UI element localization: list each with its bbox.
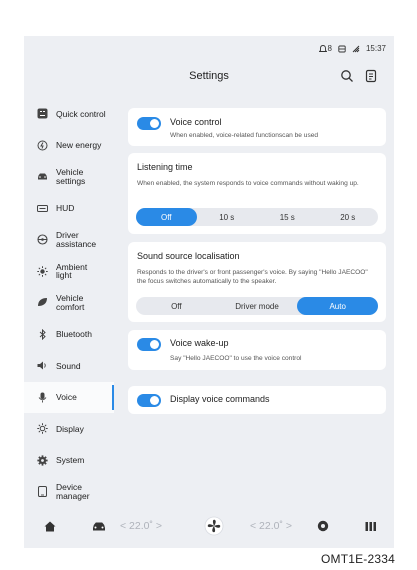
clock-time: 15:37 bbox=[365, 44, 386, 53]
listening-time-option-20s[interactable]: 20 s bbox=[318, 208, 379, 226]
sidebar-item-label: HUD bbox=[56, 203, 75, 213]
ambient-light-icon bbox=[37, 266, 48, 277]
listening-time-option-15s[interactable]: 15 s bbox=[257, 208, 318, 226]
temperature-right[interactable]: < 22.0˚ > bbox=[250, 520, 292, 532]
sidebar-item-vehicle-settings[interactable]: Vehicle settings bbox=[24, 161, 114, 193]
voice-control-card: Voice control When enabled, voice-relate… bbox=[128, 108, 386, 146]
listening-time-selector: Off 10 s 15 s 20 s bbox=[136, 208, 378, 226]
fan-icon[interactable] bbox=[204, 516, 224, 539]
voice-wakeup-title: Voice wake-up bbox=[170, 338, 229, 348]
listening-time-card: Listening time When enabled, the system … bbox=[128, 153, 386, 234]
gear-icon bbox=[37, 455, 48, 466]
voice-wakeup-toggle[interactable] bbox=[137, 338, 161, 351]
quick-control-icon bbox=[37, 108, 48, 119]
sidebar-item-driver-assistance[interactable]: Driver assistance bbox=[24, 224, 114, 256]
voice-control-desc: When enabled, voice-related functionscan… bbox=[170, 132, 319, 139]
comfort-icon bbox=[37, 297, 48, 308]
sidebar-item-label: Vehicle comfort bbox=[56, 293, 85, 312]
car-icon[interactable] bbox=[92, 521, 106, 535]
sidebar-item-label: Ambient light bbox=[56, 261, 88, 281]
sidebar-item-label: Bluetooth bbox=[56, 329, 92, 339]
sidebar-item-label: Display bbox=[56, 423, 84, 434]
listening-time-option-10s[interactable]: 10 s bbox=[197, 208, 258, 226]
storage-icon bbox=[338, 45, 346, 53]
display-commands-title: Display voice commands bbox=[170, 394, 270, 404]
sound-source-option-driver-mode[interactable]: Driver mode bbox=[217, 297, 298, 315]
sidebar-item-bluetooth[interactable]: Bluetooth bbox=[24, 319, 114, 351]
signal-icon bbox=[352, 45, 360, 53]
infotainment-screen: 8 15:37 Settings Quick control New energ… bbox=[24, 36, 394, 548]
listening-time-option-off[interactable]: Off bbox=[136, 208, 197, 226]
sidebar-item-label: New energy bbox=[56, 140, 102, 150]
voice-wakeup-desc: Say "Hello JAECOO" to use the voice cont… bbox=[170, 355, 302, 362]
status-count: 8 bbox=[327, 44, 332, 53]
notes-icon[interactable] bbox=[364, 69, 378, 83]
sidebar: Quick control New energy Vehicle setting… bbox=[24, 98, 114, 508]
sidebar-item-device-manager[interactable]: Device manager bbox=[24, 476, 114, 508]
hud-icon bbox=[37, 203, 48, 214]
temperature-left[interactable]: < 22.0˚ > bbox=[120, 520, 162, 532]
sound-source-desc: Responds to the driver's or front passen… bbox=[137, 269, 368, 285]
device-icon bbox=[37, 486, 48, 498]
brightness-icon bbox=[37, 423, 48, 434]
media-icon[interactable] bbox=[317, 520, 329, 535]
sidebar-item-label: Vehicle settings bbox=[56, 167, 86, 186]
new-energy-icon bbox=[37, 140, 48, 151]
bluetooth-icon bbox=[37, 328, 48, 340]
sidebar-item-sound[interactable]: Sound bbox=[24, 350, 114, 382]
speaker-icon bbox=[37, 360, 48, 371]
home-icon[interactable] bbox=[44, 521, 56, 535]
display-commands-toggle[interactable] bbox=[137, 394, 161, 407]
sound-source-option-auto[interactable]: Auto bbox=[297, 297, 379, 315]
sound-source-card: Sound source localisation Responds to th… bbox=[128, 242, 386, 322]
sidebar-item-label: Device manager bbox=[56, 482, 90, 501]
sidebar-item-voice[interactable]: Voice bbox=[24, 381, 114, 413]
bottom-bar: < 22.0˚ > < 22.0˚ > bbox=[24, 508, 394, 548]
sound-source-option-off[interactable]: Off bbox=[136, 297, 217, 315]
sound-source-title: Sound source localisation bbox=[137, 251, 240, 261]
page-title: Settings bbox=[189, 70, 229, 82]
voice-wakeup-card: Voice wake-up Say "Hello JAECOO" to use … bbox=[128, 330, 386, 370]
notification-icon bbox=[318, 44, 327, 53]
microphone-icon bbox=[37, 392, 48, 403]
sidebar-item-system[interactable]: System bbox=[24, 445, 114, 477]
sidebar-item-display[interactable]: Display bbox=[24, 413, 114, 445]
sidebar-item-label: Voice bbox=[56, 392, 77, 402]
sidebar-item-quick-control[interactable]: Quick control bbox=[24, 98, 114, 130]
sidebar-item-vehicle-comfort[interactable]: Vehicle comfort bbox=[24, 287, 114, 319]
sidebar-item-ambient-light[interactable]: Ambient light bbox=[24, 256, 114, 288]
listening-time-desc: When enabled, the system responds to voi… bbox=[137, 180, 359, 187]
sidebar-item-label: System bbox=[56, 455, 85, 465]
display-commands-card: Display voice commands bbox=[128, 386, 386, 414]
search-icon[interactable] bbox=[340, 69, 354, 83]
car-icon bbox=[37, 171, 48, 182]
figure-code: OMT1E-2334 bbox=[320, 552, 395, 566]
sidebar-item-new-energy[interactable]: New energy bbox=[24, 130, 114, 162]
voice-control-title: Voice control bbox=[170, 117, 222, 127]
sidebar-item-label: Sound bbox=[56, 360, 81, 371]
steering-wheel-icon bbox=[37, 234, 48, 245]
voice-control-toggle[interactable] bbox=[137, 117, 161, 130]
listening-time-title: Listening time bbox=[137, 162, 193, 172]
sidebar-item-label: Driver assistance bbox=[56, 230, 97, 249]
sidebar-item-label: Quick control bbox=[56, 108, 106, 119]
apps-icon[interactable] bbox=[365, 521, 377, 535]
status-bar: 8 15:37 bbox=[318, 44, 386, 53]
sound-source-selector: Off Driver mode Auto bbox=[136, 297, 379, 315]
sidebar-item-hud[interactable]: HUD bbox=[24, 193, 114, 225]
